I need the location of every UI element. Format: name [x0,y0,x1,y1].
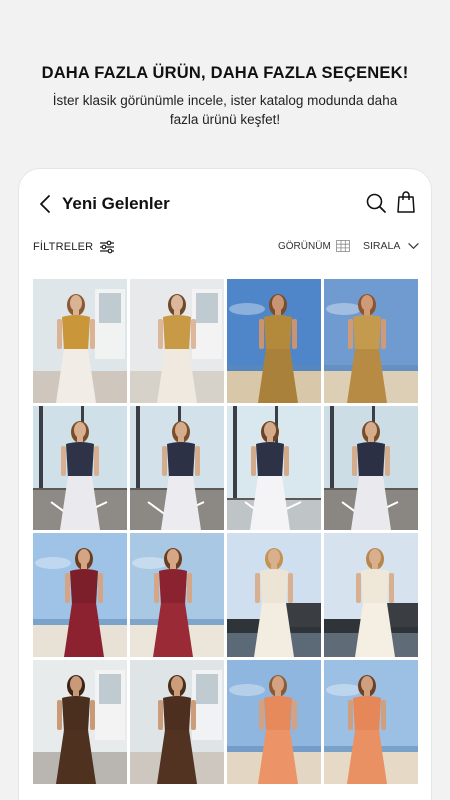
product-photo [130,406,224,530]
product-tile[interactable] [130,533,224,657]
listing-toolbar: FİLTRELER GÖRÜNÜM SIRALA [19,237,431,259]
search-icon [366,193,386,213]
product-tile[interactable] [130,660,224,784]
filters-label: FİLTRELER [33,241,94,253]
product-photo [227,406,321,530]
product-photo [324,533,418,657]
product-photo [227,279,321,403]
filter-sliders-icon [100,240,115,254]
product-tile[interactable] [33,533,127,657]
view-label: GÖRÜNÜM [278,240,331,252]
product-photo [33,533,127,657]
chevron-left-icon [40,195,50,213]
product-photo [33,660,127,784]
product-tile[interactable] [227,660,321,784]
promo-subtitle: İster klasik görünümle incele, ister kat… [52,93,398,127]
page-title: Yeni Gelenler [62,194,170,213]
product-photo [324,660,418,784]
sort-button[interactable]: SIRALA [363,240,420,252]
product-photo [324,406,418,530]
product-photo [33,406,127,530]
top-navigation-bar: Yeni Gelenler [19,189,431,219]
shopping-bag-icon [397,191,415,213]
product-tile[interactable] [227,533,321,657]
back-button[interactable] [35,191,57,217]
sort-label: SIRALA [363,240,401,252]
product-tile[interactable] [33,279,127,403]
product-tile[interactable] [33,406,127,530]
filters-button[interactable]: FİLTRELER [33,240,115,254]
product-photo [227,533,321,657]
promo-title: DAHA FAZLA ÜRÜN, DAHA FAZLA SEÇENEK! [41,64,409,82]
product-tile[interactable] [33,660,127,784]
product-tile[interactable] [324,660,418,784]
product-grid [33,279,418,784]
product-photo [130,279,224,403]
search-button[interactable] [365,192,387,214]
product-tile[interactable] [227,406,321,530]
product-photo [130,660,224,784]
product-photo [33,279,127,403]
product-photo [324,279,418,403]
app-screen-preview: Yeni Gelenler FİLTRELER GÖRÜNÜM SIRALA [18,168,432,800]
product-tile[interactable] [324,406,418,530]
view-toggle-button[interactable]: GÖRÜNÜM [278,240,350,252]
product-photo [130,533,224,657]
product-tile[interactable] [130,406,224,530]
product-tile[interactable] [324,533,418,657]
product-tile[interactable] [130,279,224,403]
chevron-down-icon [408,243,420,250]
shopping-bag-button[interactable] [395,190,417,214]
product-tile[interactable] [324,279,418,403]
product-tile[interactable] [227,279,321,403]
grid-view-icon [335,240,350,252]
product-photo [227,660,321,784]
